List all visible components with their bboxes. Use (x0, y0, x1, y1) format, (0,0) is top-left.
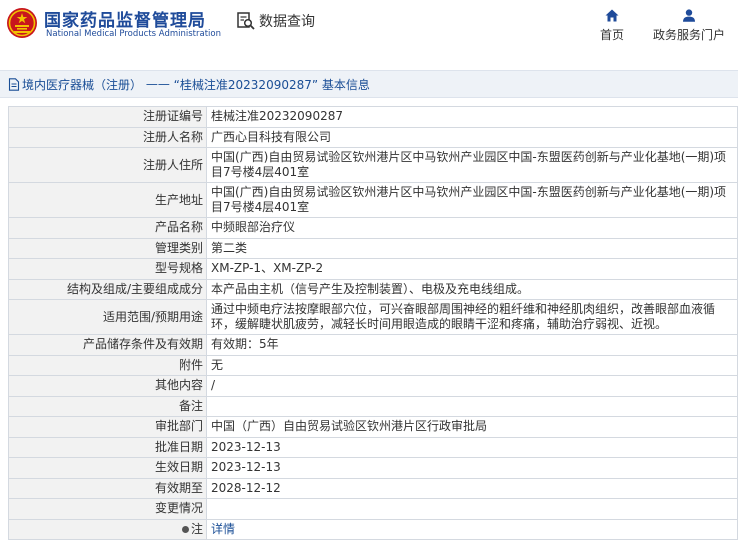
table-row: 适用范围/预期用途 通过中频电疗法按摩眼部穴位，可兴奋眼部周围神经的粗纤维和神经肌… (8, 299, 738, 335)
table-row: 产品储存条件及有效期 有效期：5年 (8, 334, 738, 356)
table-row: 生产地址 中国(广西)自由贸易试验区钦州港片区中马钦州产业园区中国-东盟医药创新与… (8, 182, 738, 218)
table-row: 型号规格 XM-ZP-1、XM-ZP-2 (8, 258, 738, 280)
breadcrumb-suffix: 基本信息 (321, 77, 370, 92)
note-label: 注 (190, 521, 203, 536)
table-row: 有效期至 2028-12-12 (8, 477, 738, 499)
field-label: 变更情况 (8, 498, 207, 520)
table-row: 注册人住所 中国(广西)自由贸易试验区钦州港片区中马钦州产业园区中国-东盟医药创新… (8, 147, 738, 183)
field-label: 备注 (8, 395, 207, 417)
breadcrumb-section[interactable]: 境内医疗器械（注册） (22, 76, 142, 93)
field-value: 2023-12-13 (206, 436, 738, 458)
field-label: 有效期至 (8, 477, 207, 499)
nav-home-label: 首页 (599, 28, 624, 42)
field-value: 第二类 (206, 237, 738, 259)
table-row: 其他内容 / (8, 375, 738, 397)
field-value: 2028-12-12 (206, 477, 738, 499)
nav-home[interactable]: 首页 (598, 9, 626, 43)
bullet-icon (181, 525, 189, 533)
field-label: 适用范围/预期用途 (8, 299, 207, 335)
field-label: 注册人名称 (8, 126, 207, 148)
nav-service-portal[interactable]: 政务服务门户 (651, 9, 727, 43)
field-label: 其他内容 (8, 375, 207, 397)
table-row: 批准日期 2023-12-13 (8, 436, 738, 458)
field-label: 附件 (8, 354, 207, 376)
breadcrumb: 境内医疗器械（注册） —— “桂械注准20232090287” 基本信息 (0, 70, 738, 98)
field-value: 中国（广西）自由贸易试验区钦州港片区行政审批局 (206, 416, 738, 438)
details-link[interactable]: 详情 (211, 522, 235, 536)
table-row: 附件无 (8, 354, 738, 376)
org-name-en[interactable]: National Medical Products Administration (46, 29, 221, 39)
device-info-table: 注册证编号 桂械注准20232090287 注册人名称 广西心目科技有限公司 注册人… (8, 106, 738, 540)
field-value: / (206, 375, 738, 397)
field-value: 广西心目科技有限公司 (206, 126, 738, 148)
field-label: 注册人住所 (8, 147, 207, 183)
document-icon (8, 77, 20, 91)
field-value: 本产品由主机（信号产生及控制装置）、电极及充电线组成。 (206, 278, 738, 300)
field-value: XM-ZP-1、XM-ZP-2 (206, 258, 738, 280)
field-label: 结构及组成/主要组成成分 (8, 278, 207, 300)
table-row: 结构及组成/主要组成成分 本产品由主机（信号产生及控制装置）、电极及充电线组成。 (8, 278, 738, 300)
field-value: 中频眼部治疗仪 (206, 217, 738, 239)
field-value: 详情 (206, 518, 738, 540)
table-row: 注册人名称 广西心目科技有限公司 (8, 126, 738, 148)
field-label: 产品名称 (8, 217, 207, 239)
site-header: 国家药品监督管理局 National Medical Products Admi… (0, 0, 738, 62)
field-value: 桂械注准20232090287 (206, 106, 738, 128)
field-label: 注册证编号 (8, 106, 207, 128)
field-label: 产品储存条件及有效期 (8, 334, 207, 356)
field-value (206, 395, 738, 417)
field-label: 注 (8, 518, 207, 540)
table-row: 注册证编号 桂械注准20232090287 (8, 106, 738, 128)
field-value: 无 (206, 354, 738, 376)
table-row: 管理类别 第二类 (8, 237, 738, 259)
field-value: 2023-12-13 (206, 457, 738, 479)
field-label: 审批部门 (8, 416, 207, 438)
field-label: 生效日期 (8, 457, 207, 479)
search-document-icon (237, 12, 255, 30)
field-value: 有效期：5年 (206, 334, 738, 356)
table-row: 注 详情 (8, 518, 738, 540)
data-query-label: 数据查询 (259, 14, 315, 30)
table-row: 生效日期 2023-12-13 (8, 457, 738, 479)
field-value (206, 498, 738, 520)
field-label: 生产地址 (8, 182, 207, 218)
field-label: 批准日期 (8, 436, 207, 458)
table-row: 备注 (8, 395, 738, 417)
table-row: 变更情况 (8, 498, 738, 520)
home-icon (605, 9, 619, 22)
field-value: 中国(广西)自由贸易试验区钦州港片区中马钦州产业园区中国-东盟医药创新与产业化基… (206, 147, 738, 183)
field-value: 中国(广西)自由贸易试验区钦州港片区中马钦州产业园区中国-东盟医药创新与产业化基… (206, 182, 738, 218)
table-row: 产品名称 中频眼部治疗仪 (8, 217, 738, 239)
table-row: 审批部门 中国（广西）自由贸易试验区钦州港片区行政审批局 (8, 416, 738, 438)
breadcrumb-separator: —— (145, 77, 170, 91)
field-label: 管理类别 (8, 237, 207, 259)
data-query-link[interactable]: 数据查询 (236, 11, 315, 31)
field-value: 通过中频电疗法按摩眼部穴位，可兴奋眼部周围神经的粗纤维和神经肌肉组织，改善眼部血… (206, 299, 738, 335)
national-emblem-icon[interactable] (6, 7, 38, 39)
nav-portal-label: 政务服务门户 (652, 28, 725, 42)
breadcrumb-record: “桂械注准20232090287” (173, 77, 319, 92)
org-name-cn[interactable]: 国家药品监督管理局 (44, 6, 206, 31)
user-icon (683, 9, 695, 22)
field-label: 型号规格 (8, 258, 207, 280)
